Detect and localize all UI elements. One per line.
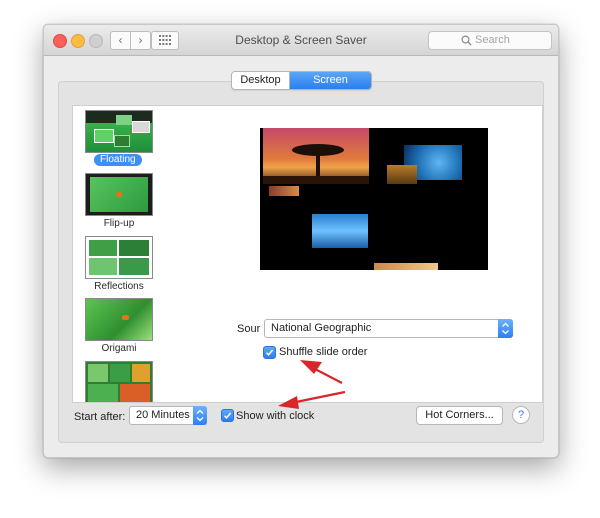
screen-saver-list[interactable]: Floating Flip-up Reflections Origami xyxy=(72,105,222,403)
photo-tile xyxy=(263,128,369,184)
screen-saver-label-origami: Origami xyxy=(101,343,137,354)
screen-saver-label-flip-up: Flip-up xyxy=(103,218,135,229)
chevron-right-icon: › xyxy=(138,33,143,47)
back-button[interactable]: ‹ xyxy=(110,31,131,50)
zoom-window-button[interactable] xyxy=(89,34,103,48)
photo-tile xyxy=(269,186,299,196)
thumbnail-reflections[interactable] xyxy=(85,236,153,279)
search-input[interactable]: Search xyxy=(428,31,552,50)
hot-corners-button[interactable]: Hot Corners... xyxy=(416,406,503,425)
start-after-select[interactable]: 20 Minutes xyxy=(129,406,207,425)
up-down-arrows-icon xyxy=(193,406,207,425)
grid-icon xyxy=(159,35,171,45)
window-title: Desktop & Screen Saver xyxy=(235,33,367,47)
show-clock-checkbox[interactable] xyxy=(221,409,234,422)
source-select[interactable]: National Geographic xyxy=(264,319,513,338)
source-value: National Geographic xyxy=(271,322,372,334)
shuffle-checkbox[interactable] xyxy=(263,346,276,359)
show-all-button[interactable] xyxy=(151,31,179,50)
start-after-value: 20 Minutes xyxy=(136,409,190,421)
close-window-button[interactable] xyxy=(53,34,67,48)
up-down-arrows-icon xyxy=(498,319,513,338)
search-icon xyxy=(461,35,472,46)
photo-tile xyxy=(387,165,417,184)
chevron-left-icon: ‹ xyxy=(118,33,123,47)
search-placeholder: Search xyxy=(475,34,510,46)
screen-saver-label-reflections: Reflections xyxy=(94,281,144,292)
checkmark-icon xyxy=(223,412,232,419)
show-clock-label[interactable]: Show with clock xyxy=(236,410,314,422)
preferences-window: ‹ › Desktop & Screen Saver Search Deskto… xyxy=(43,24,559,458)
thumbnail-flip-up[interactable] xyxy=(85,173,153,216)
screen-saver-preview xyxy=(260,128,488,270)
tab-desktop[interactable]: Desktop xyxy=(232,72,290,89)
tree-silhouette-icon xyxy=(263,144,369,184)
thumbnail-more[interactable] xyxy=(85,361,153,402)
thumbnail-floating[interactable] xyxy=(85,110,153,153)
shuffle-label[interactable]: Shuffle slide order xyxy=(279,346,367,358)
help-button[interactable]: ? xyxy=(512,406,530,424)
forward-button[interactable]: › xyxy=(130,31,151,50)
source-label: Sour xyxy=(237,323,261,335)
photo-tile xyxy=(312,214,368,248)
checkmark-icon xyxy=(265,349,274,356)
minimize-window-button[interactable] xyxy=(71,34,85,48)
tab-bar: Desktop Screen Saver xyxy=(231,71,372,90)
thumbnail-origami[interactable] xyxy=(85,298,153,341)
photo-tile xyxy=(374,263,438,270)
tab-screen-saver[interactable]: Screen Saver xyxy=(290,72,371,89)
title-bar: ‹ › Desktop & Screen Saver Search xyxy=(44,25,558,56)
screen-saver-label-floating: Floating xyxy=(94,154,142,166)
start-after-label: Start after: xyxy=(74,411,126,423)
